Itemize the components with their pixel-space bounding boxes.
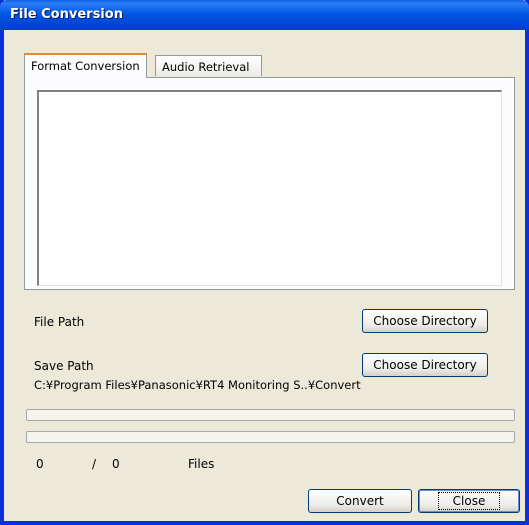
progress-bar-overall xyxy=(26,409,515,421)
tab-audio-retrieval[interactable]: Audio Retrieval xyxy=(155,55,262,76)
choose-file-directory-button[interactable]: Choose Directory xyxy=(362,309,488,333)
tab-audio-retrieval-label: Audio Retrieval xyxy=(162,60,250,74)
choose-save-directory-button[interactable]: Choose Directory xyxy=(362,353,488,377)
files-done-count: 0 xyxy=(36,457,44,471)
file-list[interactable] xyxy=(37,90,502,286)
save-path-value: C:¥Program Files¥Panasonic¥RT4 Monitorin… xyxy=(34,378,361,392)
window-title: File Conversion xyxy=(10,7,123,22)
files-separator: / xyxy=(92,457,97,471)
convert-button[interactable]: Convert xyxy=(308,489,412,513)
file-path-label: File Path xyxy=(34,315,85,329)
tab-format-conversion-label: Format Conversion xyxy=(31,59,140,73)
close-button[interactable]: Close xyxy=(418,489,520,513)
close-button-label: Close xyxy=(437,492,501,510)
format-conversion-panel xyxy=(24,77,515,290)
file-conversion-window: File Conversion Format Conversion Audio … xyxy=(0,0,529,525)
progress-bar-file xyxy=(26,431,515,443)
save-path-label: Save Path xyxy=(34,359,94,373)
title-bar[interactable]: File Conversion xyxy=(0,0,529,30)
files-unit-label: Files xyxy=(188,457,215,471)
files-total-count: 0 xyxy=(112,457,120,471)
tab-format-conversion[interactable]: Format Conversion xyxy=(24,53,147,78)
